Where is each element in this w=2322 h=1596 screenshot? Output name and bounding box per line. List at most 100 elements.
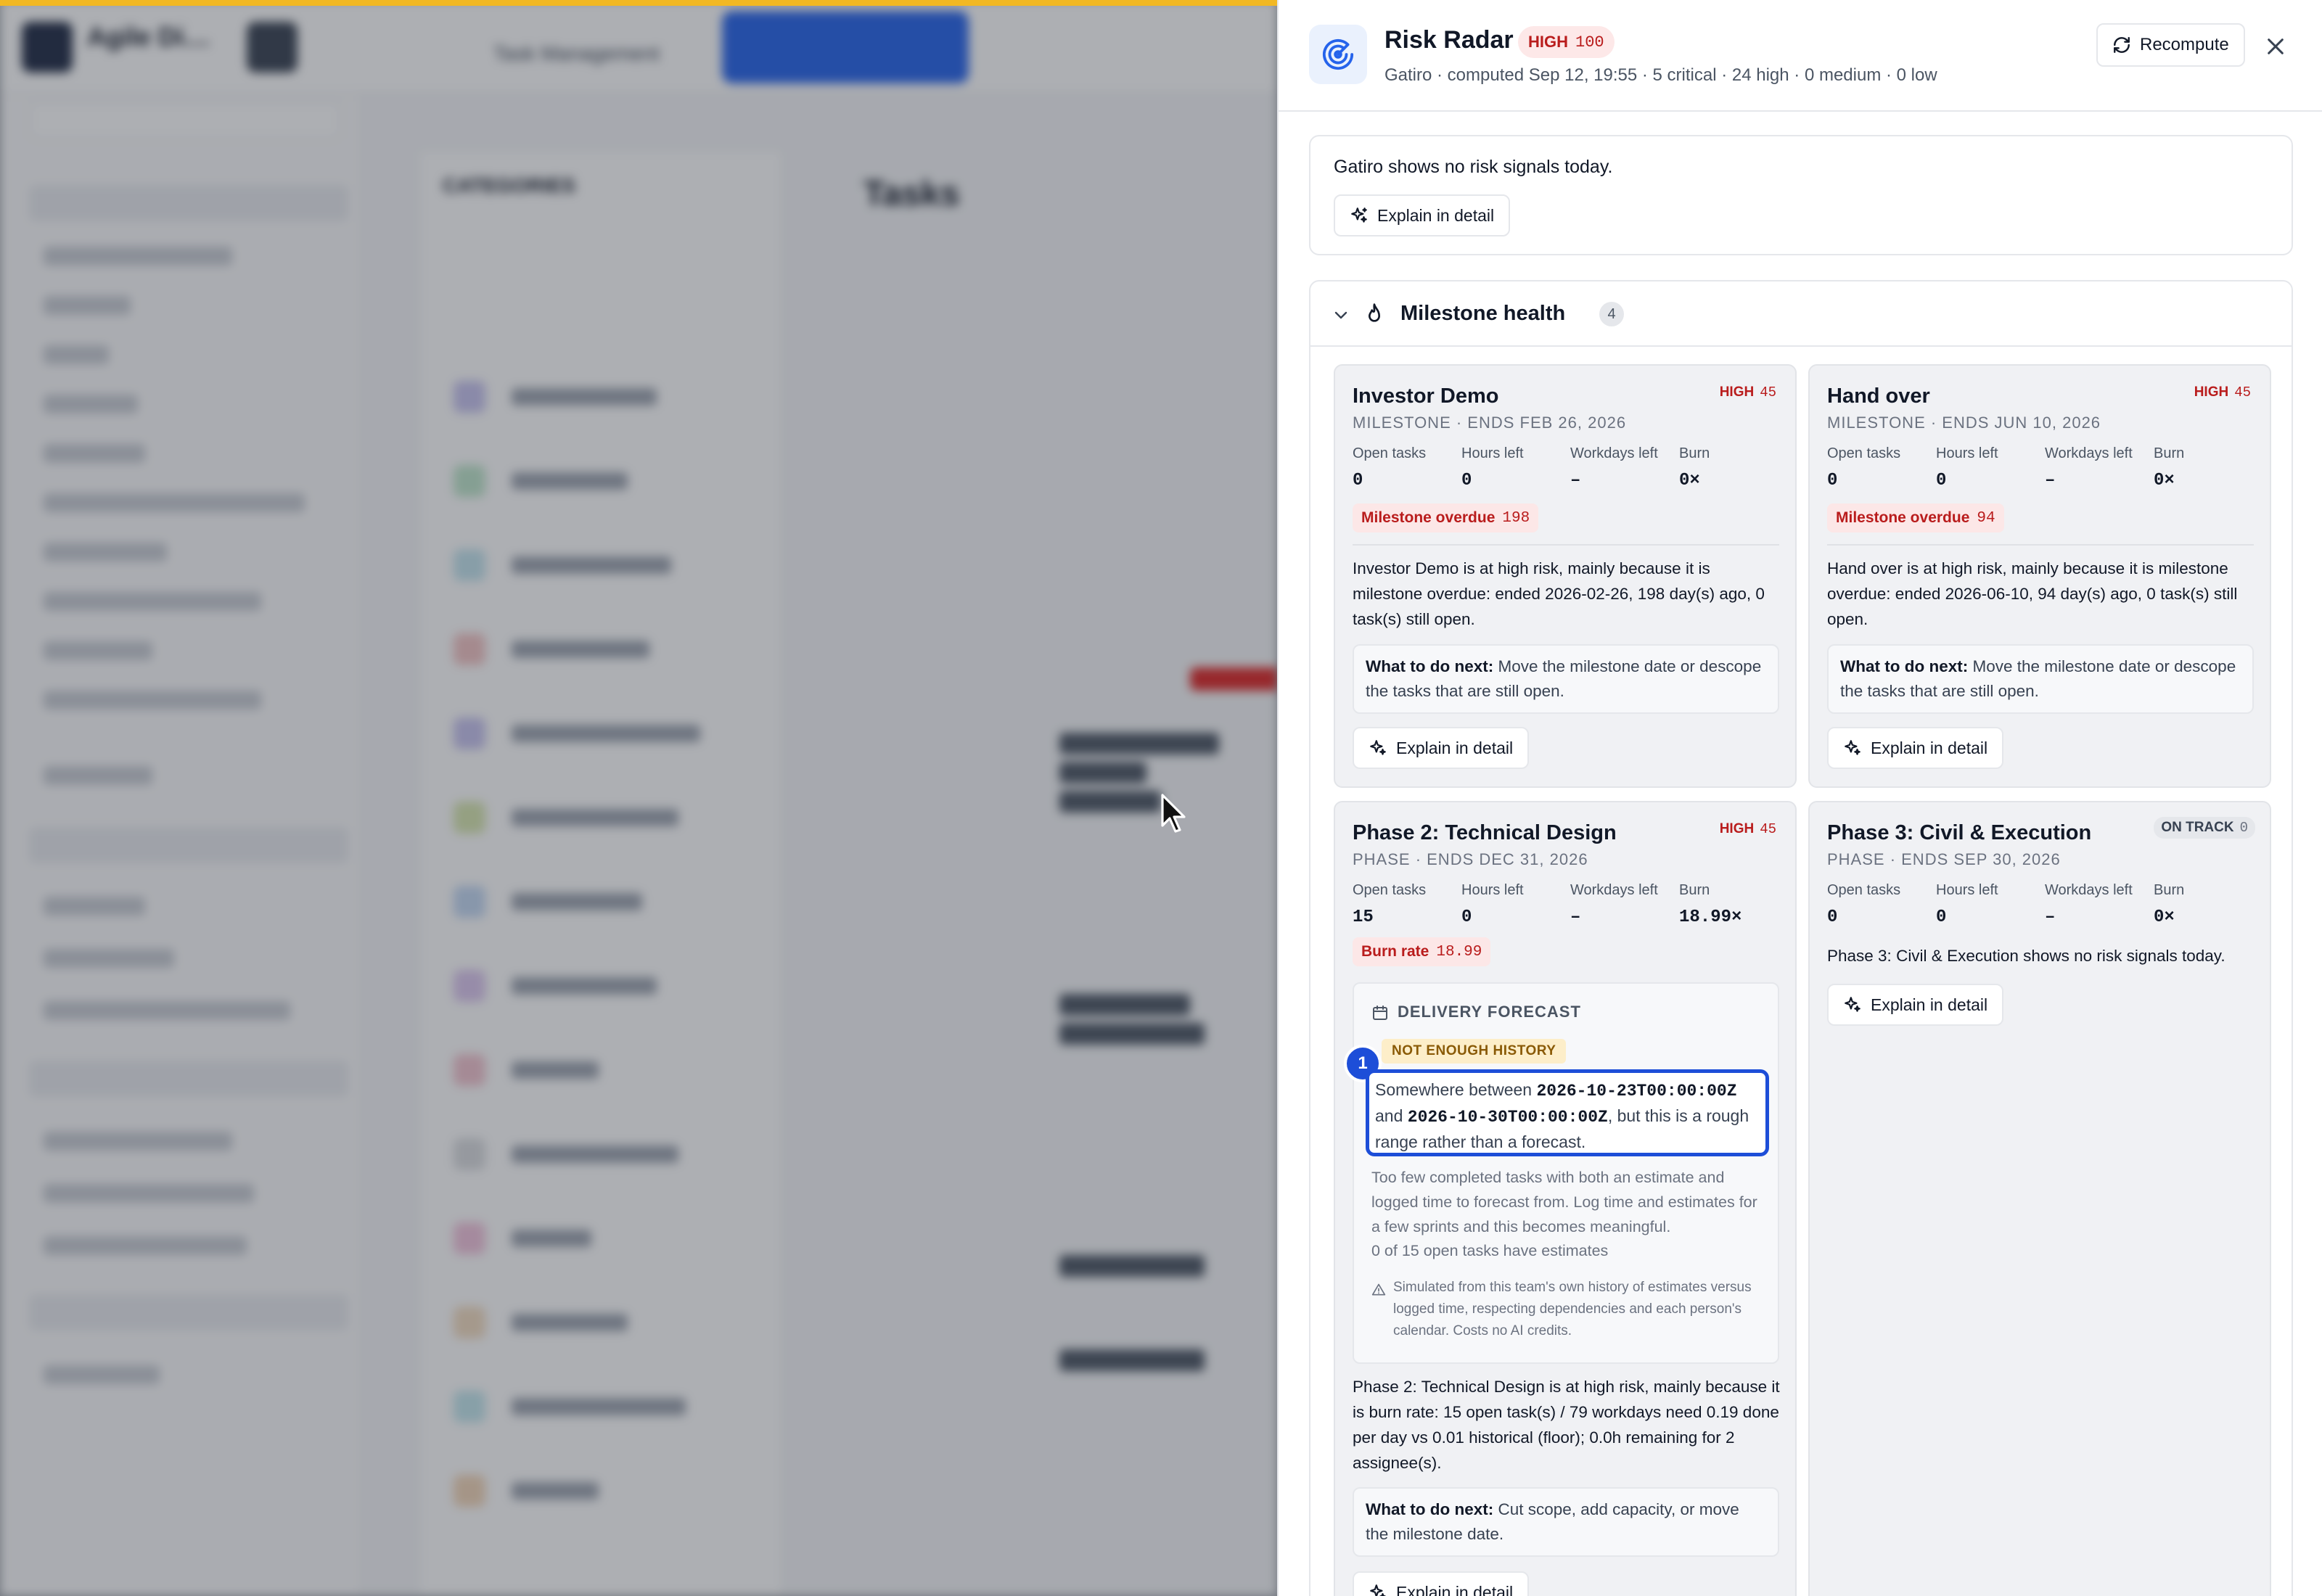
next-step-label: What to do next: <box>1840 657 1969 675</box>
stat-label: Workdays left <box>2045 445 2133 461</box>
stat-workdays-left: Workdays left – <box>1570 882 1658 927</box>
milestone-risk-level: HIGH <box>1719 384 1755 400</box>
explain-label: Explain in detail <box>1871 995 1988 1014</box>
stat-value: 0 <box>1461 471 1472 490</box>
stat-label: Hours left <box>1461 882 1524 898</box>
milestone-description: Investor Demo is at high risk, mainly be… <box>1353 559 1765 628</box>
flame-icon <box>1369 303 1380 322</box>
forecast-range-highlight[interactable]: Somewhere between 2026-10-23T00:00:00Z a… <box>1366 1069 1769 1156</box>
stat-label: Open tasks <box>1827 445 1901 461</box>
next-step-box: What to do next: Cut scope, add capacity… <box>1353 1487 1779 1557</box>
signal-label: Burn rate <box>1361 943 1429 960</box>
range-end-date: 2026-10-30T00:00:00Z <box>1407 1108 1608 1127</box>
overall-risk-level: HIGH <box>1528 33 1568 51</box>
signal-label: Milestone overdue <box>1836 509 1970 526</box>
estimate-count: 0 of 15 open tasks have estimates <box>1371 1242 1609 1259</box>
stat-workdays-left: Workdays left – <box>1570 445 1658 490</box>
explain-label: Explain in detail <box>1396 738 1514 757</box>
stat-open-tasks: Open tasks 0 <box>1353 445 1426 490</box>
milestone-meta: MILESTONE · ENDS JUN 10, 2026 <box>1827 414 2101 432</box>
top-accent-bar <box>0 0 1277 6</box>
close-icon <box>2268 38 2284 54</box>
milestone-health-title: Milestone health <box>1400 302 1566 325</box>
explain-button[interactable]: Explain in detail <box>1353 1571 1530 1596</box>
milestone-count-badge: 4 <box>1599 302 1624 326</box>
recompute-button[interactable]: Recompute <box>2096 23 2245 67</box>
stat-label: Burn <box>2154 445 2185 461</box>
signal-pill: Milestone overdue 198 <box>1353 503 1539 532</box>
sparkles-icon <box>1351 207 1367 223</box>
forecast-status-tag: NOT ENOUGH HISTORY <box>1382 1039 1567 1064</box>
stat-value: 0 <box>1353 471 1363 490</box>
milestone-name: Investor Demo <box>1353 384 1499 408</box>
milestone-risk-score: 0 <box>2239 820 2248 836</box>
stat-hours-left: Hours left 0 <box>1936 445 1998 490</box>
signal-value: 94 <box>1977 509 1995 527</box>
stat-open-tasks: Open tasks 15 <box>1353 882 1426 927</box>
sparkles-icon <box>1845 740 1861 755</box>
sparkles-icon <box>1845 997 1861 1012</box>
stat-workdays-left: Workdays left – <box>2045 445 2133 490</box>
stat-hours-left: Hours left 0 <box>1461 445 1524 490</box>
stat-label: Burn <box>1679 445 1710 461</box>
milestone-name: Phase 2: Technical Design <box>1353 821 1617 844</box>
forecast-note: Too few completed tasks with both an est… <box>1371 1169 1757 1235</box>
stat-value: 0× <box>1679 471 1700 490</box>
explain-button[interactable]: Explain in detail <box>1827 727 2004 769</box>
stat-value: – <box>1570 908 1581 927</box>
stat-label: Burn <box>2154 882 2185 898</box>
stat-label: Hours left <box>1936 882 1998 898</box>
stat-hours-left: Hours left 0 <box>1461 882 1524 927</box>
project-summary-card: Gatiro shows no risk signals today. Expl… <box>1309 135 2293 255</box>
stat-hours-left: Hours left 0 <box>1936 882 1998 927</box>
milestone-risk-badge: HIGH 45 <box>1720 384 1776 400</box>
milestone-description: Hand over is at high risk, mainly becaus… <box>1827 559 2238 628</box>
close-button[interactable] <box>2260 30 2292 62</box>
explain-button[interactable]: Explain in detail <box>1827 984 2004 1026</box>
stat-burn: Burn 0× <box>1679 445 1710 490</box>
card-divider <box>1353 544 1779 546</box>
milestone-card-investor-demo: Investor Demo MILESTONE · ENDS FEB 26, 2… <box>1334 364 1797 788</box>
mouse-cursor-icon <box>1161 794 1186 833</box>
summary-explain-button[interactable]: Explain in detail <box>1334 194 1511 236</box>
milestone-card-phase-3: Phase 3: Civil & Execution PHASE · ENDS … <box>1808 801 2271 1596</box>
warning-triangle-icon <box>1371 1283 1386 1296</box>
drawer-header: Risk Radar HIGH 100 Gatiro · computed Se… <box>1279 0 2322 112</box>
stat-label: Workdays left <box>1570 882 1658 898</box>
sparkles-icon <box>1370 1584 1386 1596</box>
signal-value: 18.99 <box>1436 943 1482 961</box>
stat-value: 0 <box>1936 471 1947 490</box>
stat-value: – <box>1570 471 1581 490</box>
forecast-title: DELIVERY FORECAST <box>1398 1003 1581 1021</box>
stat-label: Workdays left <box>1570 445 1658 461</box>
stat-label: Workdays left <box>2045 882 2133 898</box>
next-step-box: What to do next: Move the milestone date… <box>1353 644 1779 714</box>
risk-radar-drawer: Risk Radar HIGH 100 Gatiro · computed Se… <box>1277 0 2322 1596</box>
milestone-risk-badge: ON TRACK 0 <box>2154 817 2255 839</box>
overall-risk-badge: HIGH 100 <box>1518 26 1615 58</box>
stat-burn: Burn 0× <box>2154 445 2184 490</box>
chevron-down-icon[interactable] <box>1332 306 1350 324</box>
sparkles-icon <box>1370 740 1386 755</box>
explain-button[interactable]: Explain in detail <box>1353 727 1530 769</box>
milestone-risk-level: HIGH <box>2194 384 2229 400</box>
milestone-risk-badge: HIGH 45 <box>1720 821 1776 837</box>
modal-backdrop[interactable] <box>0 0 1277 1596</box>
recompute-label: Recompute <box>2140 35 2229 54</box>
calendar-icon <box>1373 1005 1387 1020</box>
next-step-box: What to do next: Move the milestone date… <box>1827 644 2254 714</box>
stat-label: Open tasks <box>1353 445 1427 461</box>
milestone-risk-score: 45 <box>2234 384 2251 400</box>
milestone-risk-badge: HIGH 45 <box>2194 384 2251 400</box>
milestone-meta: MILESTONE · ENDS FEB 26, 2026 <box>1353 414 1627 432</box>
stat-label: Burn <box>1679 882 1710 898</box>
stat-value: 15 <box>1353 908 1374 927</box>
milestone-health-header[interactable]: Milestone health 4 <box>1310 281 2292 347</box>
stat-value: 0 <box>1461 908 1472 927</box>
delivery-forecast-panel: DELIVERY FORECAST NOT ENOUGH HISTORY 1 S… <box>1344 982 1779 1364</box>
overall-risk-score: 100 <box>1575 33 1604 52</box>
signal-pill: Burn rate 18.99 <box>1353 937 1491 966</box>
stat-burn: Burn 18.99× <box>1679 882 1742 927</box>
drawer-subtitle: Gatiro · computed Sep 12, 19:55 · 5 crit… <box>1384 65 1937 85</box>
stat-value: – <box>2045 471 2056 490</box>
